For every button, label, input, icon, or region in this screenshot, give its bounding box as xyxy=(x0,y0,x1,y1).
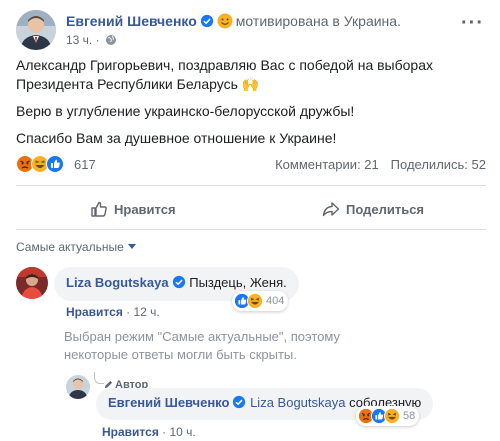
reply-actions: Нравится · 10 ч. xyxy=(102,425,196,439)
comments-count[interactable]: Комментарии: 21 xyxy=(275,157,379,172)
post-author-name[interactable]: Евгений Шевченко xyxy=(66,13,197,29)
reactions-summary: 617 Комментарии: 21 Поделились: 52 xyxy=(16,154,486,176)
engagement-counts: Комментарии: 21 Поделились: 52 xyxy=(275,157,486,172)
comment-sort-dropdown[interactable]: Самые актуальные xyxy=(16,240,136,254)
like-label: Нравится xyxy=(114,201,176,217)
author-line: Евгений Шевченко мотивирована в Украина. xyxy=(66,13,401,29)
reply-reactions[interactable]: 58 xyxy=(356,406,420,426)
sort-notice: Выбран режим "Самые актуальные", поэтому… xyxy=(64,329,340,362)
comment-reaction-count: 404 xyxy=(266,295,285,307)
post-text: Александр Григорьевич, поздравляю Вас с … xyxy=(16,56,486,156)
thumbs-up-icon xyxy=(91,201,107,217)
reply-time[interactable]: 10 ч. xyxy=(170,425,196,439)
reply-mention[interactable]: Liza Bogutskaya xyxy=(250,395,345,410)
post-time[interactable]: 13 ч. xyxy=(66,33,92,47)
divider xyxy=(16,185,486,186)
like-button[interactable]: Нравится xyxy=(90,193,176,225)
post-action-row: Нравится Поделиться xyxy=(16,193,486,225)
reply-avatar[interactable] xyxy=(66,375,90,399)
share-button[interactable]: Поделиться xyxy=(322,193,424,225)
reactions-count[interactable]: 617 xyxy=(74,157,96,172)
post-paragraph: Александр Григорьевич, поздравляю Вас с … xyxy=(16,57,433,92)
post-paragraph: Верю в углубление украинско-белорусской … xyxy=(16,103,355,119)
post-paragraph: Спасибо Вам за душевное отношение к Укра… xyxy=(16,130,337,146)
sort-label: Самые актуальные xyxy=(16,240,124,254)
divider xyxy=(16,229,486,230)
comment-actions: Нравится · 12 ч. xyxy=(66,305,160,319)
comment-time[interactable]: 12 ч. xyxy=(134,305,160,319)
commenter-avatar[interactable] xyxy=(16,267,48,299)
comment-reactions[interactable]: 404 xyxy=(232,291,289,311)
verified-icon xyxy=(233,395,246,409)
haha-reaction-icon xyxy=(247,293,263,309)
like-reaction-icon xyxy=(46,155,64,173)
globe-icon xyxy=(105,35,116,45)
comment-author[interactable]: Liza Bogutskaya xyxy=(66,275,169,290)
comments-section: Самые актуальные Liza Bogutskaya Пыздець… xyxy=(0,231,500,441)
reply-reaction-count: 58 xyxy=(403,410,416,422)
verified-icon xyxy=(200,14,213,28)
post-header: Евгений Шевченко мотивирована в Украина. … xyxy=(16,8,486,52)
reply-author[interactable]: Евгений Шевченко xyxy=(108,395,229,410)
comment-text: Пыздець, Женя. xyxy=(189,275,287,290)
shares-count[interactable]: Поделились: 52 xyxy=(391,157,486,172)
haha-reaction-icon xyxy=(384,408,400,424)
feeling-text: мотивирована в Украина. xyxy=(235,13,401,29)
comment-like-button[interactable]: Нравится xyxy=(66,305,123,319)
share-arrow-icon xyxy=(322,202,340,217)
post-meta: 13 ч. · xyxy=(66,33,117,47)
share-label: Поделиться xyxy=(346,201,425,217)
reply-like-button[interactable]: Нравится xyxy=(102,425,159,439)
verified-icon xyxy=(172,275,185,289)
reply-connector xyxy=(94,372,104,384)
smiling-emoji-icon xyxy=(217,13,233,29)
caret-down-icon xyxy=(127,244,136,249)
more-options-button[interactable]: ··· xyxy=(461,12,484,35)
author-avatar[interactable] xyxy=(16,10,56,50)
